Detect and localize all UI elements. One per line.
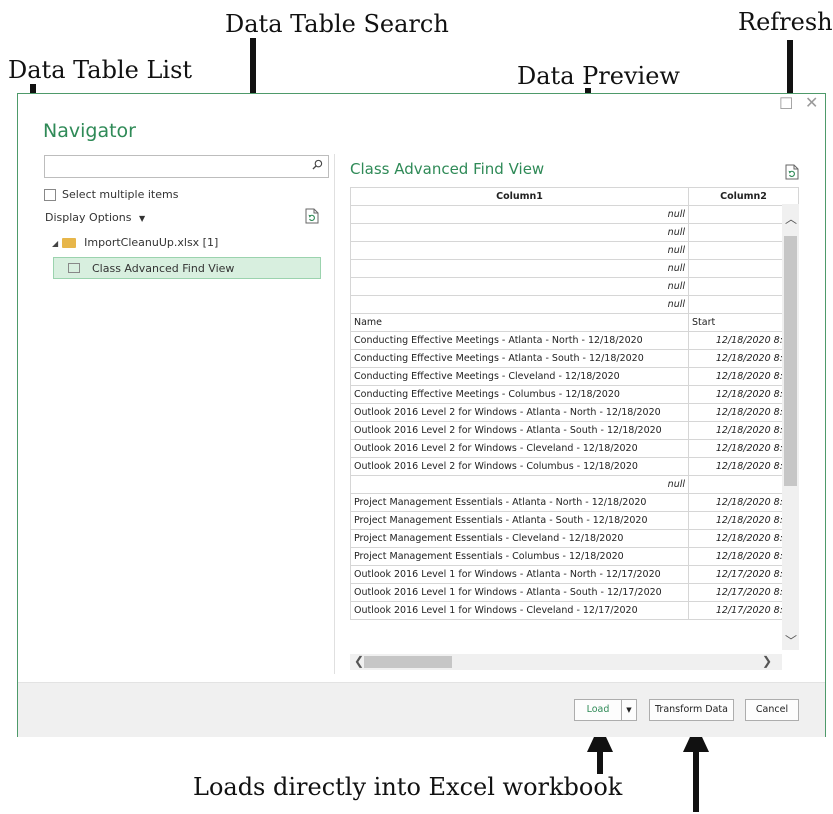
navigator-title: Navigator [43,120,136,142]
maximize-icon[interactable]: ☐ [779,97,793,113]
search-input[interactable] [44,155,329,178]
table-row[interactable]: Outlook 2016 Level 2 for Windows - Cleve… [350,439,799,458]
scroll-thumb[interactable] [784,236,797,486]
refresh-icon[interactable] [785,164,799,180]
table-row[interactable]: Project Management Essentials - Columbus… [350,547,799,566]
table-cell[interactable]: Conducting Effective Meetings - Atlanta … [350,349,689,368]
data-preview-table[interactable]: Column1 Column2 null null null null null null… [350,187,799,653]
tree-item-label: Class Advanced Find View [92,262,235,275]
table-cell[interactable]: Name [350,313,689,332]
table-row[interactable]: null [350,223,799,242]
table-row[interactable]: Conducting Effective Meetings - Atlanta … [350,331,799,350]
table-row[interactable]: Conducting Effective Meetings - Atlanta … [350,349,799,368]
table-cell[interactable]: null [350,277,689,296]
cancel-button[interactable]: Cancel [745,699,799,721]
scroll-thumb[interactable] [364,656,452,668]
display-options-dropdown[interactable]: Display Options ▼ [45,211,145,224]
select-multiple-label: Select multiple items [62,188,179,201]
table-row[interactable]: Name Start [350,313,799,332]
tree-item-class-advanced-find-view[interactable]: Class Advanced Find View [53,257,321,279]
table-row[interactable]: Project Management Essentials - Clevelan… [350,529,799,548]
table-cell[interactable]: Project Management Essentials - Clevelan… [350,529,689,548]
table-icon [68,263,80,273]
table-cell[interactable]: Outlook 2016 Level 2 for Windows - Atlan… [350,421,689,440]
table-row[interactable]: null [350,475,799,494]
callout-loads-directly: Loads directly into Excel workbook [193,773,623,801]
table-cell[interactable]: Outlook 2016 Level 2 for Windows - Atlan… [350,403,689,422]
folder-icon [62,238,77,248]
load-button[interactable]: Load [574,699,622,721]
table-row[interactable]: Conducting Effective Meetings - Clevelan… [350,367,799,386]
scroll-left-icon[interactable]: ❮ [354,654,364,668]
tree-expand-icon[interactable]: ◢ [52,239,58,248]
table-cell[interactable]: Outlook 2016 Level 2 for Windows - Colum… [350,457,689,476]
table-row[interactable]: Outlook 2016 Level 1 for Windows - Atlan… [350,565,799,584]
table-row[interactable]: null [350,295,799,314]
table-cell[interactable]: Conducting Effective Meetings - Columbus… [350,385,689,404]
dialog-footer: Load ▼ Transform Data Cancel [18,682,825,737]
refresh-icon[interactable] [305,208,319,224]
table-cell[interactable]: Conducting Effective Meetings - Clevelan… [350,367,689,386]
column-header[interactable]: Column1 [350,187,689,206]
horizontal-scrollbar[interactable]: ❮ ❯ [350,654,782,670]
table-cell[interactable]: Project Management Essentials - Atlanta … [350,511,689,530]
column-header[interactable]: Column2 [688,187,799,206]
table-row[interactable]: Outlook 2016 Level 1 for Windows - Atlan… [350,583,799,602]
table-cell[interactable]: Outlook 2016 Level 2 for Windows - Cleve… [350,439,689,458]
chevron-down-icon: ▼ [139,214,146,223]
scroll-up-icon[interactable]: ︿ [785,210,797,227]
vertical-scrollbar[interactable]: ︿ ﹀ [782,204,799,650]
search-icon[interactable] [312,159,323,170]
transform-data-button[interactable]: Transform Data [649,699,734,721]
table-cell[interactable]: null [350,295,689,314]
table-row[interactable]: Outlook 2016 Level 2 for Windows - Atlan… [350,421,799,440]
tree-folder-label: ImportCleanuUp.xlsx [1] [84,236,219,249]
table-cell[interactable]: Outlook 2016 Level 1 for Windows - Cleve… [350,601,689,620]
select-multiple-checkbox[interactable]: Select multiple items [44,188,178,201]
table-cell[interactable]: null [350,241,689,260]
table-cell[interactable]: Project Management Essentials - Columbus… [350,547,689,566]
scroll-right-icon[interactable]: ❯ [762,654,772,668]
table-row[interactable]: Project Management Essentials - Atlanta … [350,511,799,530]
checkbox-icon[interactable] [44,189,56,201]
callout-refresh: Refresh [738,8,833,36]
navigator-dialog: ☐ ✕ Navigator Select multiple items Disp… [17,93,826,737]
preview-title: Class Advanced Find View [350,160,545,178]
arrow-transform [683,724,709,812]
table-row[interactable]: Outlook 2016 Level 2 for Windows - Colum… [350,457,799,476]
table-cell[interactable]: null [350,205,689,224]
table-cell[interactable]: Outlook 2016 Level 1 for Windows - Atlan… [350,565,689,584]
panel-divider[interactable] [334,154,335,674]
table-cell[interactable]: Outlook 2016 Level 1 for Windows - Atlan… [350,583,689,602]
table-row[interactable]: null [350,259,799,278]
scroll-down-icon[interactable]: ﹀ [785,632,797,649]
close-icon[interactable]: ✕ [805,96,818,112]
table-row[interactable]: null [350,277,799,296]
load-dropdown-button[interactable]: ▼ [621,699,637,721]
chevron-down-icon: ▼ [626,706,632,714]
table-row[interactable]: Conducting Effective Meetings - Columbus… [350,385,799,404]
table-row[interactable]: Outlook 2016 Level 2 for Windows - Atlan… [350,403,799,422]
display-options-label: Display Options [45,211,132,224]
callout-data-table-list: Data Table List [8,56,193,84]
tree-folder-item[interactable]: ◢ ImportCleanuUp.xlsx [1] [52,236,218,249]
table-row[interactable]: null [350,241,799,260]
table-cell[interactable]: null [350,259,689,278]
callout-data-table-search: Data Table Search [225,10,449,38]
table-cell[interactable]: null [350,475,689,494]
table-row[interactable]: null [350,205,799,224]
table-cell[interactable]: Conducting Effective Meetings - Atlanta … [350,331,689,350]
table-row[interactable]: Project Management Essentials - Atlanta … [350,493,799,512]
callout-data-preview: Data Preview [517,62,680,90]
table-cell[interactable]: Project Management Essentials - Atlanta … [350,493,689,512]
table-cell[interactable]: null [350,223,689,242]
table-row[interactable]: Outlook 2016 Level 1 for Windows - Cleve… [350,601,799,620]
